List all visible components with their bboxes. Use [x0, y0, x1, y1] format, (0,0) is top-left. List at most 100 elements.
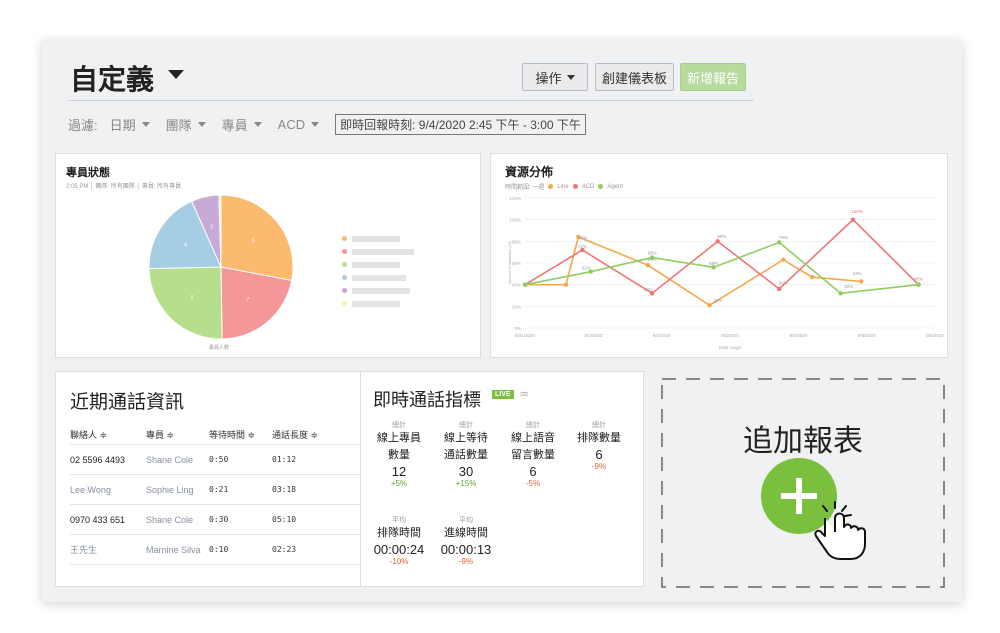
cell-agent: Sophie Ling — [146, 484, 194, 495]
y-tick-label: 80% — [512, 239, 521, 244]
col-length[interactable]: 通話長度 ≑ — [272, 428, 342, 441]
legend-item[interactable] — [342, 258, 414, 271]
pie-slice[interactable] — [148, 266, 223, 340]
data-label: 40% — [914, 276, 923, 281]
pie-slice-label: 7 — [246, 297, 249, 303]
cell-length: 01:12 — [272, 455, 297, 464]
metric-queue-time: 平均 排隊時間 00:00:24 -10% — [367, 515, 431, 566]
data-point[interactable] — [522, 282, 528, 287]
data-point[interactable] — [777, 240, 782, 245]
data-point[interactable] — [809, 274, 815, 280]
pointer-hand-icon — [814, 501, 866, 560]
metric-value: 6 — [595, 447, 603, 462]
data-point[interactable] — [781, 257, 786, 262]
data-point[interactable] — [645, 262, 651, 268]
data-label: 52% — [582, 266, 591, 271]
y-tick-label: 20% — [512, 304, 521, 309]
legend-dot — [342, 262, 347, 267]
filter-date[interactable]: 日期 — [110, 115, 150, 134]
metric-name: 線上語音 — [511, 432, 555, 444]
cell-contact: 02 5596 4493 — [70, 454, 126, 465]
metric-kind: 平均 — [392, 517, 406, 524]
x-tick-label: 9/2/2020 — [653, 333, 671, 338]
pie-slice-label: 8 — [191, 295, 194, 301]
filter-team[interactable]: 團隊 — [166, 115, 206, 134]
pie-caption: 專員人數 — [209, 345, 230, 351]
cell-agent: Shane Cole — [146, 514, 194, 525]
data-label: 21% — [713, 298, 722, 303]
legend-acd-dot — [572, 184, 578, 189]
legend-placeholder-bar — [352, 248, 414, 255]
table-row[interactable]: 王先生 Marnine Silva 0:10 02:23 — [70, 535, 370, 565]
legend-item[interactable] — [342, 284, 414, 297]
table-row[interactable]: Lee Wong Sophie Ling 0:21 03:18 — [70, 475, 370, 505]
create-dashboard-button[interactable]: 創建儀表板 — [595, 63, 674, 91]
data-point[interactable] — [777, 286, 782, 292]
table-row[interactable]: 02 5596 4493 Shane Cole 0:50 01:12 — [70, 445, 370, 475]
metric-name: 線上專員 — [377, 432, 421, 444]
y-tick-label: 0% — [514, 326, 521, 331]
cell-length: 03:18 — [272, 485, 297, 494]
chevron-down-icon — [253, 121, 262, 127]
recent-calls-title: 近期通話資訊 — [70, 392, 185, 413]
data-label: 68% — [648, 250, 657, 255]
add-report-title: 追加報表 — [743, 425, 863, 458]
data-point[interactable] — [838, 291, 843, 296]
col-agent[interactable]: 專員 ≑ — [146, 428, 209, 441]
title-dropdown-icon[interactable] — [168, 70, 184, 79]
metric-value: 30 — [458, 464, 474, 479]
filter-agent[interactable]: 專員 — [222, 115, 262, 134]
legend-item[interactable] — [342, 271, 414, 284]
data-point[interactable] — [916, 282, 921, 287]
data-point[interactable] — [850, 217, 856, 222]
col-contact[interactable]: 聯絡人 ≑ — [70, 428, 146, 441]
legend-item[interactable] — [342, 232, 414, 245]
chevron-down-icon — [311, 121, 320, 127]
legend-item[interactable] — [342, 245, 414, 258]
data-point[interactable] — [563, 282, 569, 287]
alert-bell-icon[interactable]: ♒ — [519, 388, 529, 401]
agent-status-card: 專員狀態 2:05 PM │ 團隊: 所有團隊 │ 專員: 所有專員 9 7 8 6 2… — [55, 153, 481, 358]
filter-agent-label: 專員 — [221, 117, 248, 133]
agent-status-pie: 9 7 8 6 2 — [148, 194, 294, 340]
cell-length: 05:10 — [272, 515, 297, 524]
filter-label: 過濾: — [68, 117, 98, 133]
series-line-line[interactable] — [525, 235, 862, 307]
legend-item[interactable] — [342, 297, 414, 310]
metric-delta: +15% — [455, 479, 477, 488]
data-point[interactable] — [715, 239, 720, 244]
data-point[interactable] — [859, 279, 864, 284]
metric-delta: -9% — [591, 462, 607, 471]
metric-name: 留言數量 — [511, 449, 555, 461]
dashboard-window: 自定義 操作 創建儀表板 新增報告 過濾: 日期 團隊 專員 ACD 即時回報時… — [42, 40, 962, 602]
legend-placeholder-bar — [352, 235, 400, 242]
pie-slice[interactable] — [220, 194, 294, 282]
metric-delta: -9% — [458, 557, 474, 566]
metric-kind: 總計 — [526, 422, 540, 429]
metric-value: 12 — [391, 464, 407, 479]
col-wait[interactable]: 等待時間 ≑ — [209, 428, 272, 441]
table-row[interactable]: 0970 433 651 Shane Cole 0:30 05:10 — [70, 505, 370, 535]
data-label: 79% — [779, 235, 788, 240]
realtime-metrics-card: 即時通話指標 LIVE ♒ 總計 線上專員 數量 12 +5% 總計 線上等待 … — [360, 371, 644, 587]
actions-button[interactable]: 操作 — [522, 63, 588, 91]
legend-placeholder-bar — [352, 287, 410, 294]
filter-acd-label: ACD — [277, 116, 306, 132]
x-tick-label: 9/5/2020 — [858, 333, 876, 338]
filter-team-label: 團隊 — [165, 117, 192, 133]
data-point[interactable] — [707, 303, 712, 308]
add-report-card[interactable]: 追加報表 — [661, 378, 945, 588]
new-report-button[interactable]: 新增報告 — [680, 63, 746, 91]
metric-kind: 總計 — [592, 422, 606, 429]
metric-name: 進線時間 — [444, 527, 488, 539]
cell-wait: 0:21 — [209, 485, 229, 494]
realtime-range[interactable]: 即時回報時刻: 9/4/2020 2:45 下午 - 3:00 下午 — [335, 113, 586, 135]
metric-delta: -10% — [389, 557, 409, 566]
page-title: 自定義 — [70, 64, 155, 95]
cell-agent: Marnine Silva — [146, 544, 201, 555]
filter-acd[interactable]: ACD — [277, 116, 320, 132]
metric-value: 6 — [529, 464, 537, 479]
legend-acd: ACD — [581, 183, 595, 190]
metric-waiting-calls: 總計 線上等待 通話數量 30 +15% — [434, 420, 498, 488]
data-label: 36% — [779, 281, 788, 286]
